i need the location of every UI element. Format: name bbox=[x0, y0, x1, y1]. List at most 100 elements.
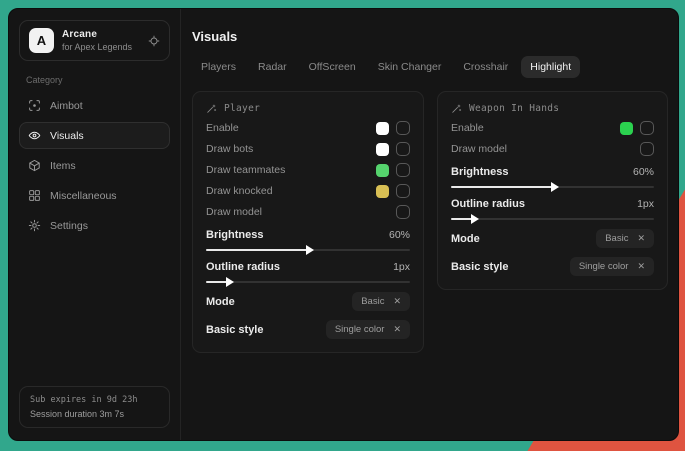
toggle-row: Draw model bbox=[206, 205, 410, 219]
toggle-row: Draw model bbox=[451, 142, 654, 156]
toggle-controls bbox=[376, 142, 410, 156]
sidebar-item-label: Visuals bbox=[50, 130, 84, 142]
selected-option-chip[interactable]: Basic✕ bbox=[352, 292, 410, 311]
x-icon[interactable]: ✕ bbox=[393, 297, 401, 306]
toggle-controls bbox=[620, 121, 654, 135]
cube-icon bbox=[28, 159, 41, 172]
slider-label: Brightness bbox=[451, 166, 508, 178]
slider-fill bbox=[451, 218, 473, 220]
select-label: Basic style bbox=[206, 324, 263, 336]
selected-option-chip[interactable]: Single color✕ bbox=[326, 320, 410, 339]
x-icon[interactable]: ✕ bbox=[637, 234, 645, 243]
checkbox[interactable] bbox=[396, 163, 410, 177]
tab-players[interactable]: Players bbox=[192, 56, 245, 78]
sidebar-nav: Aimbot Visuals Items Miscellaneous Settings bbox=[19, 92, 170, 242]
slider-track[interactable] bbox=[451, 218, 654, 220]
slider-fill bbox=[206, 249, 308, 251]
toggle-row: Enable bbox=[451, 121, 654, 135]
toggle-label: Draw model bbox=[451, 143, 507, 155]
checkbox[interactable] bbox=[640, 142, 654, 156]
wand-icon bbox=[206, 103, 217, 114]
panel-weapon-in-hands: Weapon In HandsEnableDraw modelBrightnes… bbox=[437, 91, 668, 290]
sidebar-item-label: Settings bbox=[50, 220, 88, 232]
app-window: A Arcane for Apex Legends Category Aimbo… bbox=[8, 8, 679, 441]
color-swatch[interactable] bbox=[376, 143, 389, 156]
slider-value: 60% bbox=[389, 229, 410, 241]
slider-label: Brightness bbox=[206, 229, 263, 241]
sidebar-item-visuals[interactable]: Visuals bbox=[19, 122, 170, 149]
x-icon[interactable]: ✕ bbox=[393, 325, 401, 334]
slider-track[interactable] bbox=[206, 281, 410, 283]
target-icon[interactable] bbox=[148, 35, 160, 47]
slider-track[interactable] bbox=[451, 186, 654, 188]
sidebar-item-items[interactable]: Items bbox=[19, 152, 170, 179]
checkbox[interactable] bbox=[396, 142, 410, 156]
slider-track[interactable] bbox=[206, 249, 410, 251]
color-swatch[interactable] bbox=[620, 122, 633, 135]
select-row-mode: Mode Basic✕ bbox=[206, 292, 410, 311]
toggle-label: Draw knocked bbox=[206, 185, 273, 197]
toggle-controls bbox=[640, 142, 654, 156]
toggle-row: Draw teammates bbox=[206, 163, 410, 177]
selected-option-chip[interactable]: Basic✕ bbox=[596, 229, 654, 248]
slider-group-brightness: Brightness 60% bbox=[206, 229, 410, 251]
checkbox[interactable] bbox=[396, 205, 410, 219]
toggle-controls bbox=[376, 184, 410, 198]
gear-icon bbox=[28, 219, 41, 232]
crosshair-icon bbox=[28, 99, 41, 112]
grid-icon bbox=[28, 189, 41, 202]
select-label: Mode bbox=[206, 296, 235, 308]
sub-expires-text: Sub expires in 9d 23h bbox=[30, 395, 159, 405]
slider-value: 1px bbox=[637, 198, 654, 210]
color-swatch[interactable] bbox=[376, 185, 389, 198]
slider-group-brightness: Brightness 60% bbox=[451, 166, 654, 188]
toggle-label: Draw bots bbox=[206, 143, 253, 155]
slider-thumb[interactable] bbox=[551, 182, 559, 192]
toggle-label: Enable bbox=[451, 122, 484, 134]
sidebar-item-miscellaneous[interactable]: Miscellaneous bbox=[19, 182, 170, 209]
sidebar-item-label: Miscellaneous bbox=[50, 190, 117, 202]
slider-value: 1px bbox=[393, 261, 410, 273]
color-swatch[interactable] bbox=[376, 164, 389, 177]
chip-value: Single color bbox=[579, 261, 629, 272]
color-swatch[interactable] bbox=[376, 122, 389, 135]
wand-icon bbox=[451, 103, 462, 114]
select-row-mode: ModeBasic✕ bbox=[451, 229, 654, 248]
tab-radar[interactable]: Radar bbox=[249, 56, 296, 78]
app-subtitle: for Apex Legends bbox=[62, 42, 132, 52]
app-header: A Arcane for Apex Legends bbox=[19, 20, 170, 61]
app-text: Arcane for Apex Legends bbox=[62, 29, 132, 52]
select-row-basic-style: Basic style Single color ✕ bbox=[451, 257, 654, 276]
tab-crosshair[interactable]: Crosshair bbox=[454, 56, 517, 78]
tab-highlight[interactable]: Highlight bbox=[521, 56, 580, 78]
toggle-row: Draw knocked bbox=[206, 184, 410, 198]
toggle-row: Enable bbox=[206, 121, 410, 135]
selected-option-chip[interactable]: Single color ✕ bbox=[570, 257, 654, 276]
toggle-controls bbox=[376, 121, 410, 135]
slider-label-row: Brightness 60% bbox=[206, 229, 410, 241]
slider-thumb[interactable] bbox=[471, 214, 479, 224]
sidebar-item-label: Items bbox=[50, 160, 76, 172]
checkbox[interactable] bbox=[396, 121, 410, 135]
sidebar-item-settings[interactable]: Settings bbox=[19, 212, 170, 239]
sidebar-item-aimbot[interactable]: Aimbot bbox=[19, 92, 170, 119]
main-content: Visuals PlayersRadarOffScreenSkin Change… bbox=[181, 9, 679, 440]
slider-group-outline-radius: Outline radius1px bbox=[451, 198, 654, 220]
panels: PlayerEnableDraw botsDraw teammatesDraw … bbox=[192, 91, 668, 353]
x-icon[interactable]: ✕ bbox=[637, 262, 645, 271]
slider-group-outline-radius: Outline radius1px bbox=[206, 261, 410, 283]
tab-offscreen[interactable]: OffScreen bbox=[300, 56, 365, 78]
select-label: Basic style bbox=[451, 261, 508, 273]
toggle-controls bbox=[376, 163, 410, 177]
sidebar: A Arcane for Apex Legends Category Aimbo… bbox=[9, 9, 181, 440]
toggle-label: Draw teammates bbox=[206, 164, 285, 176]
eye-icon bbox=[28, 129, 41, 142]
checkbox[interactable] bbox=[396, 184, 410, 198]
checkbox[interactable] bbox=[640, 121, 654, 135]
slider-thumb[interactable] bbox=[306, 245, 314, 255]
slider-label-row: Brightness 60% bbox=[451, 166, 654, 178]
slider-value: 60% bbox=[633, 166, 654, 178]
select-row-basic-style: Basic style Single color✕ bbox=[206, 320, 410, 339]
tab-skin-changer[interactable]: Skin Changer bbox=[369, 56, 451, 78]
slider-thumb[interactable] bbox=[226, 277, 234, 287]
